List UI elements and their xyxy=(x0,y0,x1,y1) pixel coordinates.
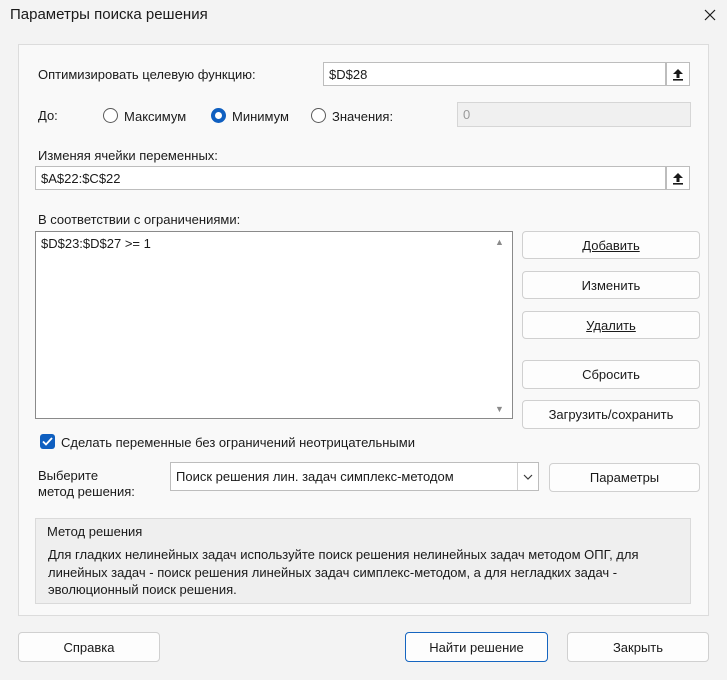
nonnegative-label[interactable]: Сделать переменные без ограничений неотр… xyxy=(61,435,415,450)
method-label-line2: метод решения: xyxy=(38,484,135,499)
load-save-button[interactable]: Загрузить/сохранить xyxy=(522,400,700,429)
close-icon[interactable] xyxy=(693,0,727,30)
method-info-line3: эволюционный поиск решения. xyxy=(48,582,237,597)
scroll-up-icon[interactable]: ▲ xyxy=(495,237,504,247)
variables-input[interactable]: $A$22:$C$22 xyxy=(35,166,666,190)
options-button-label: Параметры xyxy=(589,470,660,485)
to-label: До: xyxy=(38,108,58,123)
radio-min-label[interactable]: Минимум xyxy=(232,109,289,124)
objective-input[interactable]: $D$28 xyxy=(323,62,666,86)
collapse-ref-button-2[interactable] xyxy=(666,166,690,190)
chevron-down-icon[interactable] xyxy=(517,463,538,490)
dialog-title: Параметры поиска решения xyxy=(10,6,208,23)
help-button[interactable]: Справка xyxy=(18,632,160,662)
checkmark-icon xyxy=(42,437,53,446)
value-input[interactable]: 0 xyxy=(457,102,691,127)
delete-button[interactable]: Удалить xyxy=(522,311,700,339)
reset-button-label: Сбросить xyxy=(582,367,640,382)
constraint-item[interactable]: $D$23:$D$27 >= 1 xyxy=(41,236,151,251)
add-button[interactable]: Добавить xyxy=(522,231,700,259)
constraints-list[interactable]: $D$23:$D$27 >= 1 ▲ ▼ xyxy=(35,231,513,419)
method-info-text: Для гладких нелинейных задач используйте… xyxy=(48,546,678,599)
objective-label: Оптимизировать целевую функцию: xyxy=(38,67,256,82)
method-info-heading: Метод решения xyxy=(47,524,143,539)
collapse-ref-button[interactable] xyxy=(666,62,690,86)
method-info-line1: Для гладких нелинейных задач используйте… xyxy=(48,547,639,562)
delete-button-label: Удалить xyxy=(586,317,636,333)
add-button-label: Добавить xyxy=(582,237,640,253)
upload-arrow-icon xyxy=(673,68,683,81)
variables-label: Изменяя ячейки переменных: xyxy=(38,148,218,163)
close-button[interactable]: Закрыть xyxy=(567,632,709,662)
nonnegative-checkbox[interactable] xyxy=(40,434,55,449)
radio-min[interactable] xyxy=(211,108,226,123)
close-button-label: Закрыть xyxy=(612,639,664,655)
radio-value[interactable] xyxy=(311,108,326,123)
solve-button[interactable]: Найти решение xyxy=(405,632,548,662)
options-button[interactable]: Параметры xyxy=(549,463,700,492)
help-button-label: Справка xyxy=(63,639,115,655)
radio-max-label[interactable]: Максимум xyxy=(124,109,186,124)
method-info-line2: линейных задач - поиск решения линейных … xyxy=(48,564,618,580)
solve-button-label: Найти решение xyxy=(429,639,524,655)
constraints-label: В соответствии с ограничениями: xyxy=(38,212,241,227)
load-save-button-label: Загрузить/сохранить xyxy=(548,407,674,422)
radio-max[interactable] xyxy=(103,108,118,123)
change-button[interactable]: Изменить xyxy=(522,271,700,299)
method-select[interactable]: Поиск решения лин. задач симплекс-методо… xyxy=(170,462,539,491)
upload-arrow-icon xyxy=(673,172,683,185)
reset-button[interactable]: Сбросить xyxy=(522,360,700,389)
change-button-label: Изменить xyxy=(581,277,641,293)
radio-value-label[interactable]: Значения: xyxy=(332,109,393,124)
scroll-down-icon[interactable]: ▼ xyxy=(495,404,504,414)
method-label-line1: Выберите xyxy=(38,468,99,483)
method-select-value: Поиск решения лин. задач симплекс-методо… xyxy=(176,469,454,484)
